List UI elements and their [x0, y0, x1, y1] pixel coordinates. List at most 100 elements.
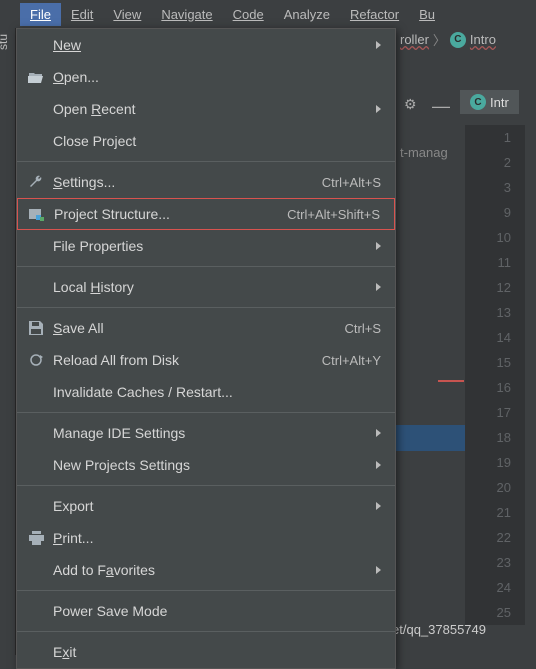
line-number: 21	[465, 500, 511, 525]
shortcut: Ctrl+S	[345, 321, 381, 336]
menu-label: Open...	[53, 69, 381, 85]
menu-view-label: View	[113, 7, 141, 22]
menu-label: Local History	[53, 279, 368, 295]
menu-file[interactable]: File	[20, 3, 61, 26]
line-number: 22	[465, 525, 511, 550]
line-number: 12	[465, 275, 511, 300]
menu-item-open[interactable]: Open...	[17, 61, 395, 93]
submenu-arrow-icon	[376, 566, 381, 574]
blank-icon	[25, 562, 47, 578]
editor-tabs: C Intr	[460, 90, 519, 114]
menu-item-settings[interactable]: Settings... Ctrl+Alt+S	[17, 166, 395, 198]
line-gutter: 123910111213141516171819202122232425	[465, 125, 525, 625]
menu-build-label: Bu	[419, 7, 435, 22]
separator	[17, 161, 395, 162]
menu-label: Close Project	[53, 133, 381, 149]
menu-item-manage-ide[interactable]: Manage IDE Settings	[17, 417, 395, 449]
line-number: 18	[465, 425, 511, 450]
line-number: 9	[465, 200, 511, 225]
menu-refactor-label: Refactor	[350, 7, 399, 22]
blank-icon	[25, 279, 47, 295]
menu-item-file-properties[interactable]: File Properties	[17, 230, 395, 262]
submenu-arrow-icon	[376, 429, 381, 437]
menu-view[interactable]: View	[103, 3, 151, 26]
minimize-icon[interactable]: —	[432, 96, 450, 117]
menu-code-label: Code	[233, 7, 264, 22]
menu-item-new-projects-settings[interactable]: New Projects Settings	[17, 449, 395, 481]
menu-navigate-label: Navigate	[161, 7, 212, 22]
blank-icon	[25, 457, 47, 473]
menu-item-open-recent[interactable]: Open Recent	[17, 93, 395, 125]
menu-build[interactable]: Bu	[409, 3, 445, 26]
separator	[17, 412, 395, 413]
wrench-icon	[25, 174, 47, 190]
submenu-arrow-icon	[376, 41, 381, 49]
submenu-arrow-icon	[376, 105, 381, 113]
submenu-arrow-icon	[376, 502, 381, 510]
menu-item-new[interactable]: New	[17, 29, 395, 61]
editor-tab[interactable]: C Intr	[460, 90, 519, 114]
line-number: 16	[465, 375, 511, 400]
separator	[17, 631, 395, 632]
menu-label: Power Save Mode	[53, 603, 381, 619]
blank-icon	[25, 498, 47, 514]
menu-refactor[interactable]: Refactor	[340, 3, 409, 26]
shortcut: Ctrl+Alt+Shift+S	[287, 207, 380, 222]
menu-label: Manage IDE Settings	[53, 425, 368, 441]
menu-label: Add to Favorites	[53, 562, 368, 578]
blank-icon	[25, 101, 47, 117]
folder-open-icon	[25, 69, 47, 85]
menu-edit[interactable]: Edit	[61, 3, 103, 26]
menu-code[interactable]: Code	[223, 3, 274, 26]
menu-label: Open Recent	[53, 101, 368, 117]
file-menu-dropdown: New Open... Open Recent Close Project Se…	[16, 28, 396, 669]
menu-item-exit[interactable]: Exit	[17, 636, 395, 668]
menu-label: Reload All from Disk	[53, 352, 322, 368]
shortcut: Ctrl+Alt+Y	[322, 353, 381, 368]
line-number: 15	[465, 350, 511, 375]
menu-label: Exit	[53, 644, 381, 660]
breadcrumb: roller 〉 C Intro	[400, 30, 496, 49]
menu-item-invalidate[interactable]: Invalidate Caches / Restart...	[17, 376, 395, 408]
menu-label: Save All	[53, 320, 345, 336]
menu-item-project-structure[interactable]: Project Structure... Ctrl+Alt+Shift+S	[17, 198, 395, 230]
class-icon: C	[470, 94, 486, 110]
menu-analyze[interactable]: Analyze	[274, 3, 340, 26]
menu-item-print[interactable]: Print...	[17, 522, 395, 554]
menu-analyze-label: Analyze	[284, 7, 330, 22]
blank-icon	[25, 384, 47, 400]
submenu-arrow-icon	[376, 242, 381, 250]
menu-item-power-save[interactable]: Power Save Mode	[17, 595, 395, 627]
menu-file-label: File	[30, 7, 51, 22]
gear-icon[interactable]: ⚙	[404, 96, 417, 113]
breadcrumb-item[interactable]: Intro	[470, 32, 496, 47]
left-strip-label[interactable]: stu	[0, 34, 10, 50]
menu-item-save-all[interactable]: Save All Ctrl+S	[17, 312, 395, 344]
blank-icon	[25, 603, 47, 619]
menu-label: Settings...	[53, 174, 322, 190]
menu-item-reload[interactable]: Reload All from Disk Ctrl+Alt+Y	[17, 344, 395, 376]
menu-item-export[interactable]: Export	[17, 490, 395, 522]
line-number: 3	[465, 175, 511, 200]
menu-navigate[interactable]: Navigate	[151, 3, 222, 26]
menu-item-add-favorites[interactable]: Add to Favorites	[17, 554, 395, 586]
line-number: 14	[465, 325, 511, 350]
line-number: 10	[465, 225, 511, 250]
menu-label: Project Structure...	[54, 206, 287, 222]
submenu-arrow-icon	[376, 283, 381, 291]
blank-icon	[25, 238, 47, 254]
chevron-right-icon: 〉	[433, 30, 446, 49]
project-structure-icon	[26, 206, 48, 222]
line-number: 17	[465, 400, 511, 425]
print-icon	[25, 530, 47, 546]
line-number: 20	[465, 475, 511, 500]
menu-item-close-project[interactable]: Close Project	[17, 125, 395, 157]
line-number: 11	[465, 250, 511, 275]
separator	[17, 307, 395, 308]
breadcrumb-item[interactable]: roller	[400, 32, 429, 47]
separator	[17, 485, 395, 486]
menu-item-local-history[interactable]: Local History	[17, 271, 395, 303]
menu-label: New Projects Settings	[53, 457, 368, 473]
shortcut: Ctrl+Alt+S	[322, 175, 381, 190]
line-number: 13	[465, 300, 511, 325]
